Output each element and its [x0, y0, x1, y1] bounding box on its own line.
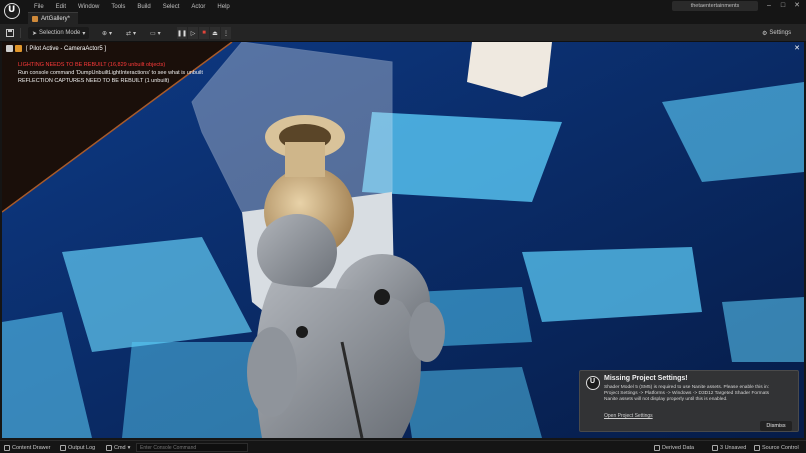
unsaved-button[interactable]: 3 Unsaved [712, 443, 746, 452]
unreal-logo-icon: U [586, 376, 600, 390]
maximize-icon[interactable]: □ [776, 1, 790, 11]
cmd-label: Cmd [114, 444, 126, 451]
derived-data-button[interactable]: Derived Data [654, 443, 694, 452]
blueprint-button[interactable]: ⇄ ▾ [126, 27, 136, 39]
status-bar: Content Drawer Output Log Cmd ▾ Derived … [0, 440, 806, 453]
menu-file[interactable]: File [28, 2, 50, 12]
stop-icon[interactable]: ■ [199, 27, 209, 39]
derived-data-label: Derived Data [662, 444, 695, 451]
title-bar: U File Edit Window Tools Build Select Ac… [0, 0, 806, 24]
add-icon: ⊕ [102, 30, 108, 37]
add-actor-button[interactable]: ⊕ ▾ [102, 27, 112, 39]
gear-icon: ⚙ [762, 30, 768, 37]
content-drawer-button[interactable]: Content Drawer [4, 443, 51, 452]
menu-build[interactable]: Build [131, 2, 156, 12]
level-tab[interactable]: ArtGallery* [28, 12, 79, 24]
database-icon [654, 444, 660, 451]
menu-tools[interactable]: Tools [105, 2, 131, 12]
content-drawer-label: Content Drawer [12, 444, 51, 451]
toolbar-divider [20, 28, 21, 38]
menu-help[interactable]: Help [211, 2, 235, 12]
selection-mode-label: Selection Mode [39, 30, 81, 36]
menu-bar: File Edit Window Tools Build Select Acto… [28, 2, 236, 12]
reflection-warning: REFLECTION CAPTURES NEED TO BE REBUILT (… [18, 78, 170, 84]
source-control-icon [754, 444, 760, 451]
lighting-warning: LIGHTING NEEDS TO BE REBUILT (16,829 unb… [18, 62, 166, 68]
pause-icon[interactable]: ❚❚ [177, 27, 187, 39]
menu-select[interactable]: Select [157, 2, 186, 12]
output-log-button[interactable]: Output Log [60, 443, 95, 452]
clapper-icon: ▭ [150, 30, 156, 37]
main-toolbar: ➤ Selection Mode ▾ ⊕ ▾ ⇄ ▾ ▭ ▾ ❚❚ ▷ ■ ⏏ ⋮ ⚙… [0, 24, 806, 42]
floor-light-tile [122, 342, 262, 438]
floor-light-tile [522, 247, 702, 322]
unsaved-label: 3 Unsaved [720, 444, 747, 451]
chevron-down-icon: ▾ [157, 30, 161, 37]
log-icon [60, 444, 66, 451]
floor-light-tile [722, 297, 804, 362]
terminal-icon [106, 444, 112, 451]
menu-window[interactable]: Window [72, 2, 105, 12]
save-icon [712, 444, 718, 451]
source-control-button[interactable]: Source Control [754, 443, 799, 452]
eject-icon[interactable]: ⏏ [210, 27, 220, 39]
menu-actor[interactable]: Actor [185, 2, 211, 12]
missing-settings-notification: U Missing Project Settings! Shader Model… [579, 370, 799, 432]
settings-label: Settings [769, 30, 792, 36]
level-icon [32, 15, 38, 22]
eject-pilot-icon[interactable]: ✕ [794, 44, 800, 52]
dismiss-button[interactable]: Dismiss [760, 421, 792, 431]
notification-body: Shader Model 5 (SM5) is required to use … [604, 385, 796, 403]
floor-light-tile [402, 367, 542, 438]
settings-button[interactable]: ⚙ Settings [762, 27, 791, 39]
output-log-label: Output Log [68, 444, 96, 451]
selection-mode-dropdown[interactable]: ➤ Selection Mode ▾ [28, 27, 90, 39]
viewport-pilot-label: [ Pilot Active - CameraActor5 ] [26, 45, 107, 52]
menu-edit[interactable]: Edit [50, 2, 72, 12]
lighting-console-hint: Run console command 'DumpUnbuiltLightInt… [18, 70, 203, 76]
chevron-down-icon: ▾ [133, 30, 137, 37]
chevron-down-icon: ▾ [127, 444, 131, 451]
notification-line: Nanite assets will not display properly … [604, 397, 728, 402]
source-control-label: Source Control [762, 444, 799, 451]
drawer-icon [4, 444, 10, 451]
step-icon[interactable]: ▷ [188, 27, 198, 39]
pilot-camera-icon[interactable] [15, 45, 22, 52]
cmd-dropdown[interactable]: Cmd ▾ [106, 443, 130, 452]
blueprint-icon: ⇄ [126, 30, 132, 37]
unreal-logo-icon[interactable]: U [4, 3, 20, 19]
chevron-down-icon: ▾ [109, 30, 113, 37]
cursor-icon: ➤ [32, 30, 38, 37]
minimize-icon[interactable]: – [762, 1, 776, 11]
close-icon[interactable]: ✕ [790, 1, 804, 11]
project-name: thetaentertainments [672, 1, 758, 11]
chevron-down-icon: ▾ [82, 30, 86, 37]
play-controls: ❚❚ ▷ ■ ⏏ ⋮ [177, 27, 231, 39]
more-options-icon[interactable]: ⋮ [221, 27, 231, 39]
viewport-options-icon[interactable] [6, 45, 13, 52]
viewport-header: [ Pilot Active - CameraActor5 ] [6, 44, 106, 53]
notification-title: Missing Project Settings! [604, 375, 688, 382]
level-tab-label: ArtGallery* [41, 15, 71, 22]
save-icon[interactable] [6, 27, 14, 39]
console-command-input[interactable] [136, 443, 248, 452]
open-project-settings-link[interactable]: Open Project Settings [604, 413, 653, 419]
cinematics-button[interactable]: ▭ ▾ [150, 27, 161, 39]
